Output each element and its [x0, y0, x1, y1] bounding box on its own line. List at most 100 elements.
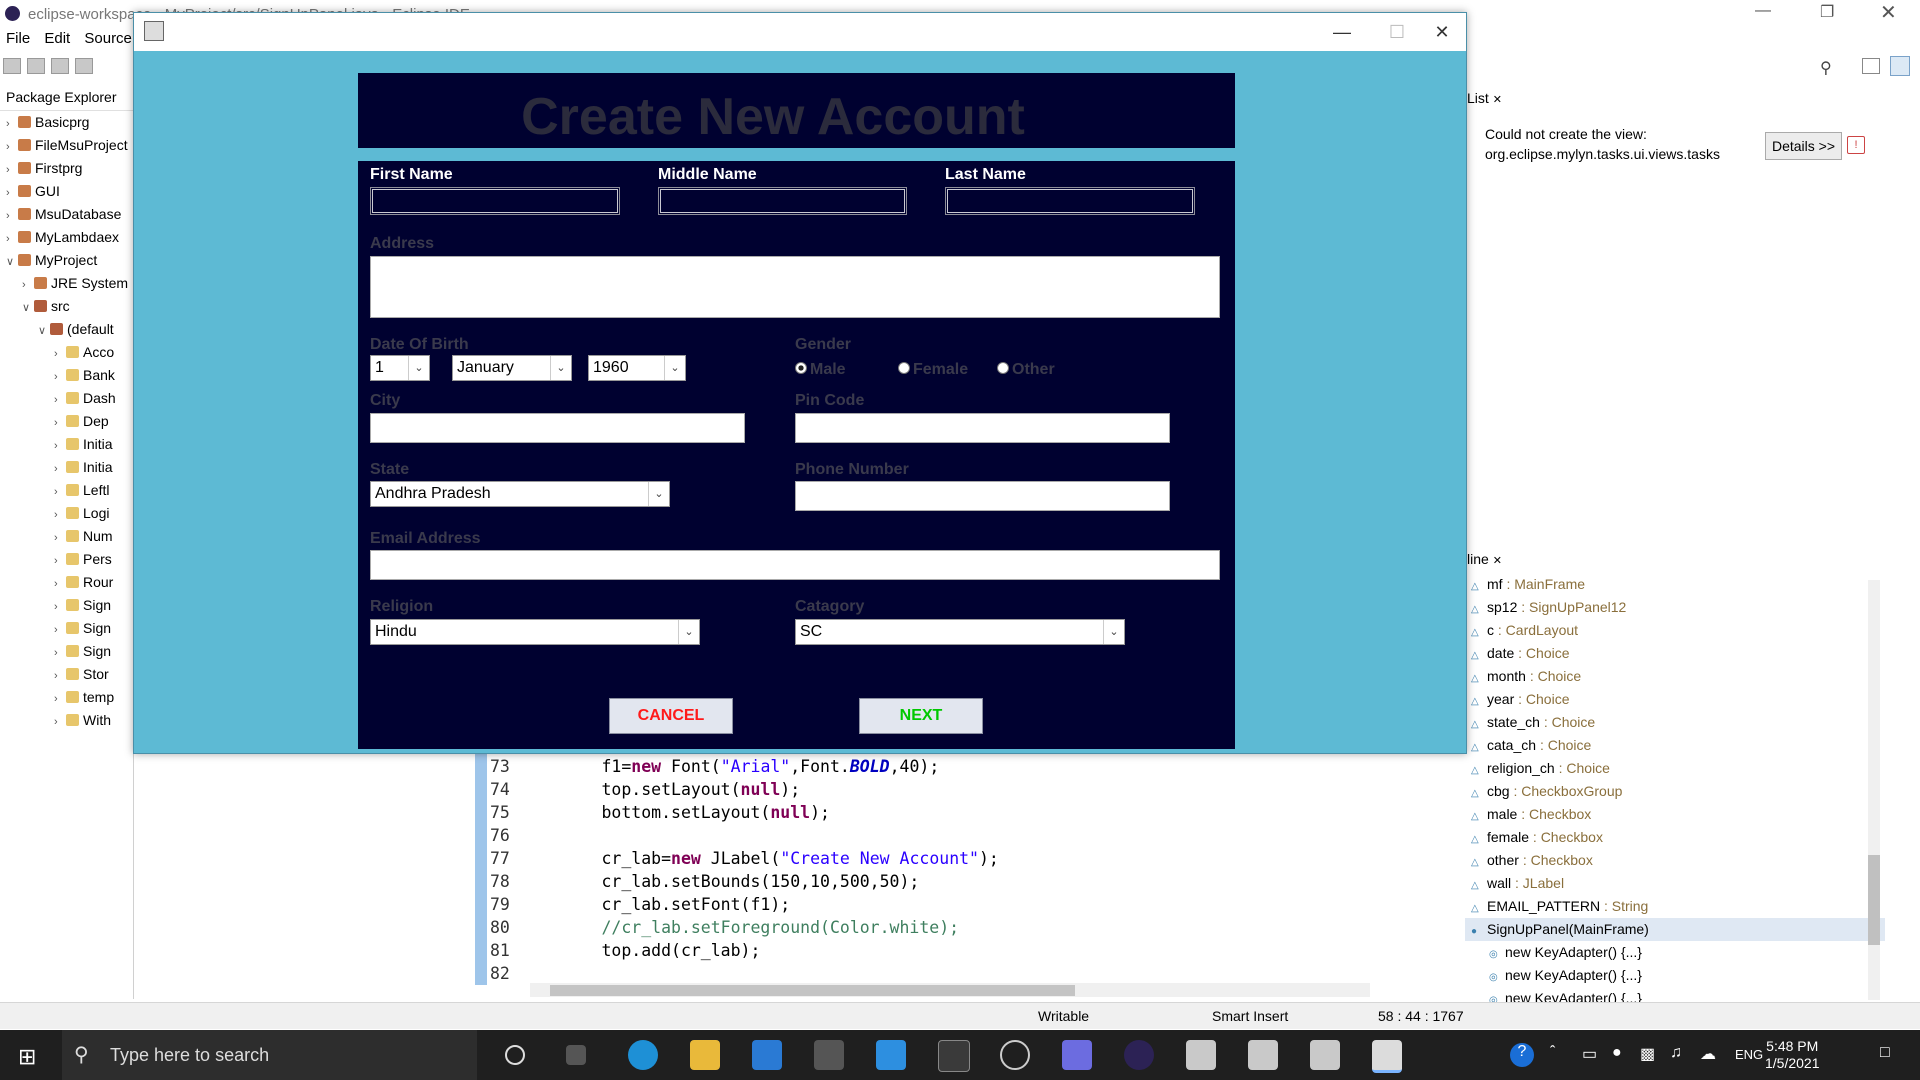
first-name-field[interactable] [370, 187, 620, 215]
gender-other-radio[interactable]: Other [997, 361, 1055, 379]
tree-item[interactable]: › Basicprg [0, 111, 133, 134]
chevron-right-icon[interactable]: › [54, 688, 66, 709]
tree-item[interactable]: › Num [0, 525, 133, 548]
maximize-icon[interactable]: ☐ [1374, 17, 1420, 47]
chevron-down-icon[interactable]: ⌄ [664, 356, 685, 380]
volume-icon[interactable]: ♫ [1670, 1044, 1682, 1062]
chevron-down-icon[interactable]: ⌄ [648, 482, 669, 506]
chevron-down-icon[interactable]: ∨ [38, 320, 50, 341]
chevron-right-icon[interactable]: › [54, 642, 66, 663]
chevron-right-icon[interactable]: › [6, 228, 18, 249]
code-line[interactable]: 81 top.add(cr_lab); [490, 939, 760, 962]
middle-name-field[interactable] [658, 187, 907, 215]
tree-item[interactable]: › Bank [0, 364, 133, 387]
next-button[interactable]: NEXT [859, 698, 983, 734]
tree-item[interactable]: ∨ (default [0, 318, 133, 341]
radio-icon[interactable] [898, 362, 910, 374]
help-icon[interactable]: ? [1510, 1043, 1534, 1067]
network-icon[interactable]: ▩ [1640, 1044, 1655, 1064]
tree-item[interactable]: › MsuDatabase [0, 203, 133, 226]
java-app-icon-active[interactable] [1372, 1040, 1402, 1073]
tree-item[interactable]: › GUI [0, 180, 133, 203]
microphone-icon[interactable]: ● [1612, 1044, 1622, 1062]
windows-start-icon[interactable]: ⊞ [18, 1044, 36, 1070]
code-line[interactable]: 73 f1=new Font("Arial",Font.BOLD,40); [490, 755, 939, 778]
code-line[interactable]: 75 bottom.setLayout(null); [490, 801, 830, 824]
tree-item[interactable]: › Rour [0, 571, 133, 594]
radio-selected-icon[interactable] [795, 362, 807, 374]
tree-item[interactable]: ∨ src [0, 295, 133, 318]
chevron-right-icon[interactable]: › [6, 136, 18, 157]
chevron-right-icon[interactable]: › [6, 182, 18, 203]
save-all-icon[interactable] [51, 58, 69, 74]
outline-item[interactable]: △ c : CardLayout [1465, 619, 1885, 642]
chevron-right-icon[interactable]: › [54, 458, 66, 479]
outline-item[interactable]: △ EMAIL_PATTERN : String [1465, 895, 1885, 918]
tree-item[interactable]: › JRE System [0, 272, 133, 295]
tree-item[interactable]: ∨ MyProject [0, 249, 133, 272]
chevron-right-icon[interactable]: › [54, 481, 66, 502]
code-line[interactable]: 78 cr_lab.setBounds(150,10,500,50); [490, 870, 919, 893]
tree-item[interactable]: › Sign [0, 640, 133, 663]
chevron-right-icon[interactable]: › [54, 619, 66, 640]
outline-item[interactable]: △ month : Choice [1465, 665, 1885, 688]
month-select[interactable]: January ⌄ [452, 355, 572, 381]
outline-item[interactable]: △ sp12 : SignUpPanel12 [1465, 596, 1885, 619]
battery-icon[interactable]: ▭ [1582, 1044, 1597, 1064]
menu-source[interactable]: Source [84, 30, 132, 47]
outline-item[interactable]: △ cbg : CheckboxGroup [1465, 780, 1885, 803]
skip-icon[interactable] [75, 58, 93, 74]
package-explorer-tab[interactable]: Package Explorer [0, 84, 133, 111]
chevron-down-icon[interactable]: ∨ [6, 251, 18, 272]
pin-code-field[interactable] [795, 413, 1170, 443]
outline-scrollbar-thumb[interactable] [1868, 855, 1880, 945]
outline-item[interactable]: △ cata_ch : Choice [1465, 734, 1885, 757]
onedrive-icon[interactable]: ☁ [1700, 1044, 1716, 1064]
tree-item[interactable]: › Logi [0, 502, 133, 525]
code-line[interactable]: 82 [490, 962, 510, 982]
chevron-right-icon[interactable]: › [54, 435, 66, 456]
outline-item[interactable]: △ state_ch : Choice [1465, 711, 1885, 734]
chevron-right-icon[interactable]: › [54, 389, 66, 410]
tree-item[interactable]: › FileMsuProject [0, 134, 133, 157]
taskbar-clock[interactable]: 5:48 PM 1/5/2021 [1765, 1038, 1820, 1072]
code-line[interactable]: 76 [490, 824, 522, 847]
tree-item[interactable]: › MyLambdaex [0, 226, 133, 249]
chevron-right-icon[interactable]: › [54, 596, 66, 617]
store-icon[interactable] [938, 1040, 970, 1072]
task-view-icon[interactable] [566, 1045, 586, 1065]
java-perspective-icon[interactable] [1890, 56, 1910, 76]
java-app-icon[interactable] [1310, 1040, 1340, 1070]
editor-hscrollbar-thumb[interactable] [550, 985, 1075, 996]
tree-item[interactable]: › Dep [0, 410, 133, 433]
tree-item[interactable]: › Dash [0, 387, 133, 410]
outline-item[interactable]: △ male : Checkbox [1465, 803, 1885, 826]
state-select[interactable]: Andhra Pradesh ⌄ [370, 481, 670, 507]
chevron-right-icon[interactable]: › [54, 366, 66, 387]
code-line[interactable]: 79 cr_lab.setFont(f1); [490, 893, 790, 916]
cancel-button[interactable]: CANCEL [609, 698, 733, 734]
tree-item[interactable]: › Stor [0, 663, 133, 686]
outline-item[interactable]: △ date : Choice [1465, 642, 1885, 665]
outline-item[interactable]: △ religion_ch : Choice [1465, 757, 1885, 780]
details-button[interactable]: Details >> [1765, 132, 1842, 160]
edge-icon[interactable] [628, 1040, 658, 1070]
outline-item[interactable]: △ other : Checkbox [1465, 849, 1885, 872]
chevron-down-icon[interactable]: ⌄ [1103, 620, 1124, 644]
address-field[interactable] [370, 256, 1220, 318]
tree-item[interactable]: › Firstprg [0, 157, 133, 180]
chevron-right-icon[interactable]: › [54, 504, 66, 525]
taskbar-search[interactable]: ⚲ Type here to search [62, 1030, 477, 1080]
tree-item[interactable]: › With [0, 709, 133, 732]
tree-item[interactable]: › Sign [0, 617, 133, 640]
year-select[interactable]: 1960 ⌄ [588, 355, 686, 381]
minimize-icon[interactable]: — [1755, 2, 1771, 20]
tree-item[interactable]: › Leftl [0, 479, 133, 502]
restore-icon[interactable]: ❐ [1820, 2, 1834, 22]
code-line[interactable]: 77 cr_lab=new JLabel("Create New Account… [490, 847, 999, 870]
chevron-right-icon[interactable]: › [22, 274, 34, 295]
tree-item[interactable]: › Initia [0, 456, 133, 479]
outline-item[interactable]: ◎ new KeyAdapter() {...} [1465, 941, 1885, 964]
task-list-tab[interactable]: List ✕ [1465, 84, 1502, 112]
tree-item[interactable]: › Acco [0, 341, 133, 364]
